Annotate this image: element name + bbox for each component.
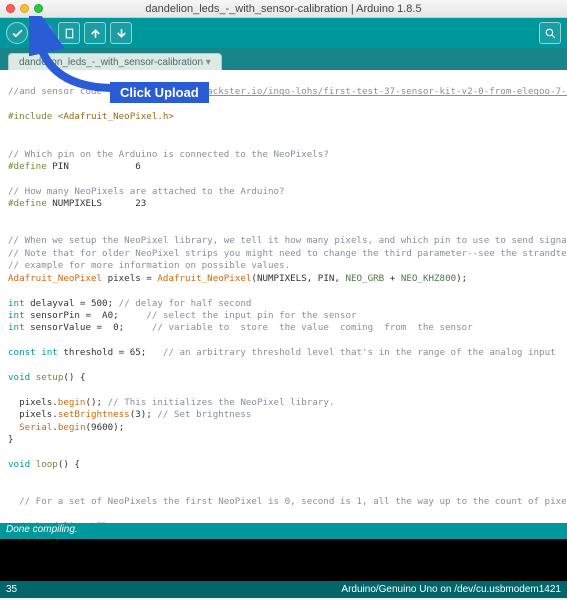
tabbar: dandelion_leds_-_with_sensor-calibration… (0, 48, 567, 70)
code-line: delayval = 500; (25, 298, 119, 309)
code-line: begin (58, 397, 86, 408)
check-icon (11, 27, 24, 40)
code-line: // variable to store the value coming fr… (152, 322, 473, 333)
code-line: pixels = (102, 273, 157, 284)
window-title: dandelion_leds_-_with_sensor-calibration… (0, 3, 567, 15)
status-bar: Done compiling. (0, 523, 567, 539)
code-line: sensorValue = 0; (25, 322, 152, 333)
open-sketch-button[interactable] (84, 22, 106, 44)
tab-dropdown-icon[interactable]: ▾ (206, 57, 211, 68)
code-line: 23 (102, 198, 146, 209)
status-message: Done compiling. (6, 524, 78, 535)
upload-button[interactable] (32, 22, 54, 44)
code-line: const int (8, 347, 58, 358)
code-line: // select the input pin for the sensor (146, 310, 356, 321)
code-line: () { (63, 372, 85, 383)
verify-button[interactable] (6, 22, 28, 44)
code-line: () { (58, 459, 80, 470)
code-line: // When we setup the NeoPixel library, w… (8, 235, 567, 246)
console-output[interactable] (0, 539, 567, 581)
code-line: <Adafruit_NeoPixel.h> (58, 111, 174, 122)
code-line: PIN (52, 161, 69, 172)
code-line: (9600); (86, 422, 125, 433)
file-icon (63, 27, 76, 40)
code-line: (3); (130, 409, 158, 420)
code-line: NUMPIXELS (52, 198, 102, 209)
toolbar (0, 18, 567, 48)
code-line: // an arbitrary threshold level that's i… (163, 347, 556, 358)
line-number: 35 (6, 584, 17, 595)
code-line: // Note that for older NeoPixel strips y… (8, 248, 567, 259)
code-line: setBrightness (58, 409, 130, 420)
code-line: // This initializes the NeoPixel library… (108, 397, 335, 408)
code-line: // Which pin on the Arduino is connected… (8, 149, 329, 160)
code-line: int (8, 298, 25, 309)
code-line: 6 (69, 161, 141, 172)
code-line: int (8, 310, 25, 321)
code-line: #define (8, 198, 52, 209)
new-sketch-button[interactable] (58, 22, 80, 44)
code-line: https://www.hackster.io/ingo-lohs/first-… (135, 86, 567, 97)
tab-label: dandelion_leds_-_with_sensor-calibration (19, 57, 203, 68)
code-line: pixels. (8, 397, 58, 408)
code-line: sensorPin = A0; (25, 310, 147, 321)
code-line: void (8, 372, 30, 383)
serial-monitor-button[interactable] (539, 22, 561, 44)
titlebar: dandelion_leds_-_with_sensor-calibration… (0, 0, 567, 18)
code-line: + (384, 273, 401, 284)
code-editor[interactable]: //and sensor code from https://www.hacks… (0, 70, 567, 523)
lens-icon (544, 27, 557, 40)
code-line: loop (36, 459, 58, 470)
code-line: int (8, 322, 25, 333)
code-line: // example for more information on possi… (8, 260, 290, 271)
arrow-up-icon (89, 27, 102, 40)
code-line: #include (8, 111, 58, 122)
code-line: } (8, 434, 14, 445)
code-line: (NUMPIXELS, PIN, (251, 273, 345, 284)
code-line: void (8, 459, 30, 470)
code-line: pixels. (8, 409, 58, 420)
code-line: // delay for half second (119, 298, 252, 309)
code-line: Adafruit_NeoPixel (8, 273, 102, 284)
code-line: // Set brightness (157, 409, 251, 420)
footer-bar: 35 Arduino/Genuino Uno on /dev/cu.usbmod… (0, 581, 567, 598)
sketch-tab[interactable]: dandelion_leds_-_with_sensor-calibration… (8, 53, 222, 70)
code-line: // How many NeoPixels are attached to th… (8, 186, 285, 197)
code-line: // For a set of NeoPixels the first NeoP… (8, 496, 567, 507)
arrow-right-icon (37, 27, 50, 40)
code-line: Serial (19, 422, 52, 433)
code-line: threshold = 65; (58, 347, 163, 358)
code-line: NEO_KHZ800 (401, 273, 456, 284)
code-line: // Dandelion LEDs (8, 521, 113, 523)
code-line: (); (85, 397, 107, 408)
code-line: begin (58, 422, 86, 433)
code-line: NEO_GRB (345, 273, 384, 284)
board-port: Arduino/Genuino Uno on /dev/cu.usbmodem1… (341, 584, 561, 595)
code-line: setup (36, 372, 64, 383)
code-line: Adafruit_NeoPixel (157, 273, 251, 284)
code-line: #define (8, 161, 52, 172)
save-sketch-button[interactable] (110, 22, 132, 44)
code-line: ); (456, 273, 467, 284)
code-line: //and sensor code from (8, 86, 135, 97)
code-line (8, 422, 19, 433)
arrow-down-icon (115, 27, 128, 40)
